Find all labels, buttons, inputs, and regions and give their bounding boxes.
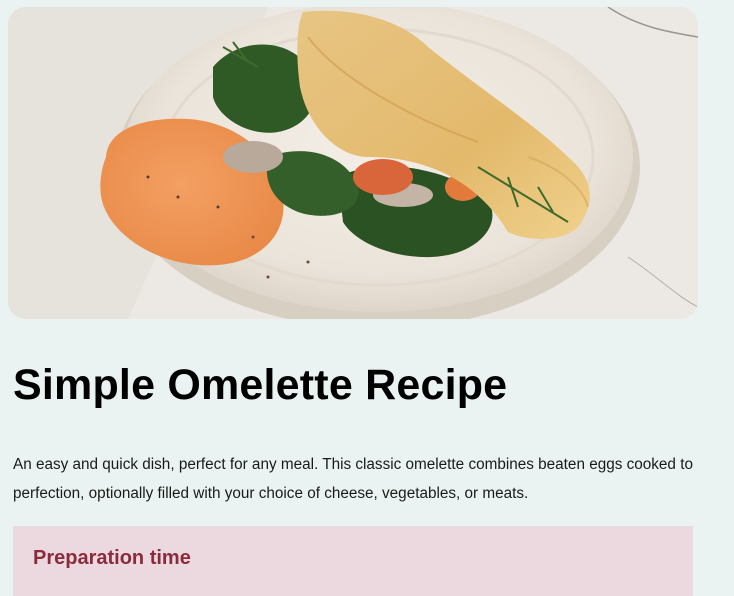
omelette-photo: [8, 7, 698, 319]
recipe-page: Simple Omelette Recipe An easy and quick…: [0, 0, 734, 596]
recipe-title: Simple Omelette Recipe: [13, 361, 508, 409]
preparation-panel: Preparation time: [13, 526, 693, 596]
recipe-description: An easy and quick dish, perfect for any …: [13, 456, 693, 502]
preparation-heading: Preparation time: [33, 547, 191, 569]
hero-image: [8, 7, 698, 319]
